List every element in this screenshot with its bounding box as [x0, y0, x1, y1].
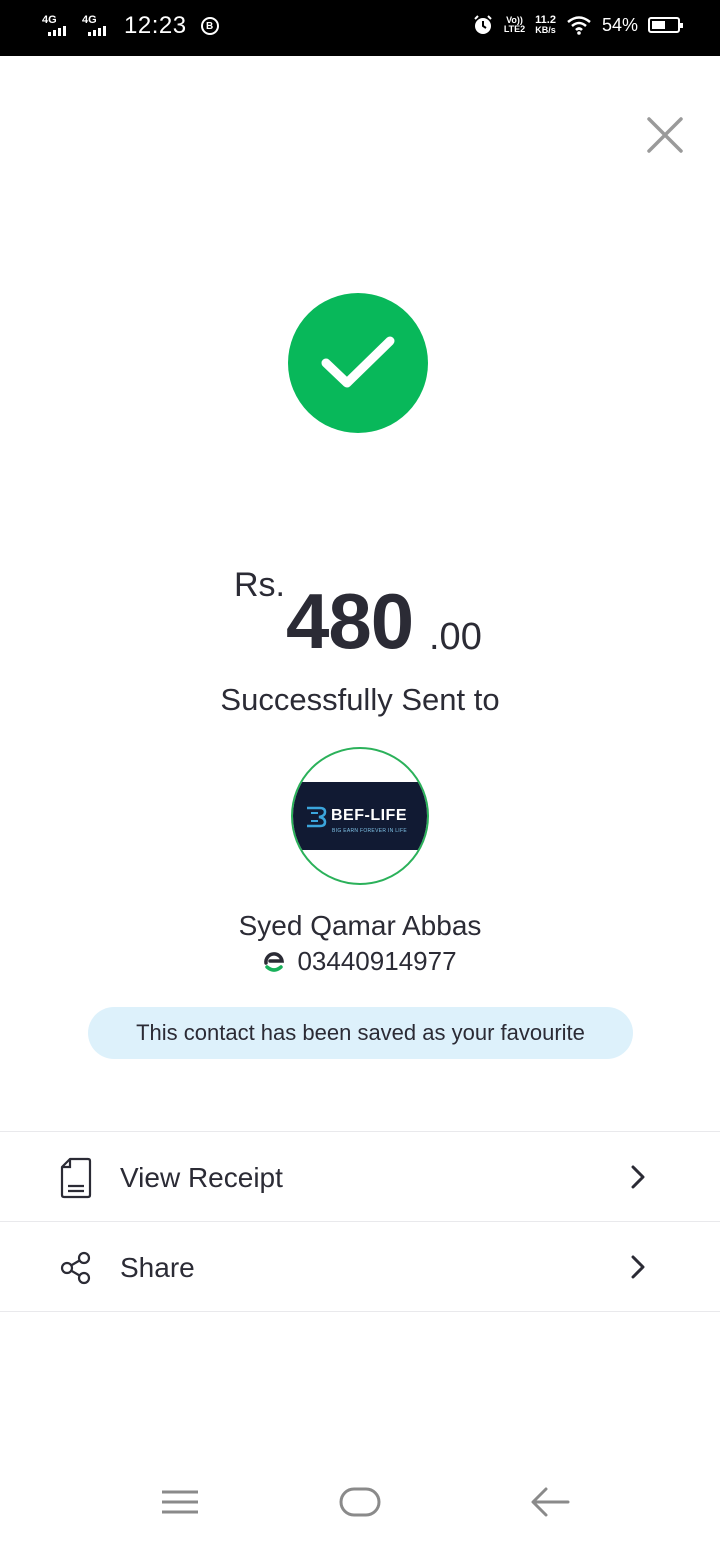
recipient-phone: 03440914977	[297, 946, 457, 976]
alarm-icon	[474, 15, 492, 34]
battery-icon	[648, 17, 683, 33]
menu-icon	[162, 1490, 198, 1514]
status-bar-left: 4G 4G 12:23 B	[40, 12, 219, 40]
currency-label: Rs.	[234, 566, 285, 604]
amount-main: 480	[286, 577, 414, 665]
sim2-signal-icon: 4G	[80, 12, 114, 40]
volte-bottom-label: LTE2	[503, 24, 526, 34]
actions-list: View Receipt Share	[0, 1131, 720, 1312]
receipt-icon	[60, 1157, 92, 1199]
network-speed-unit: KB/s	[535, 25, 556, 35]
chevron-right-icon	[631, 1255, 645, 1279]
clock: 12:23	[124, 12, 187, 39]
close-button[interactable]	[644, 114, 686, 156]
checkmark-icon	[321, 336, 395, 388]
close-icon	[647, 117, 683, 153]
view-receipt-label: View Receipt	[120, 1162, 283, 1193]
home-icon	[339, 1487, 381, 1517]
wifi-icon	[567, 16, 591, 35]
sim1-signal-icon: 4G	[40, 12, 74, 40]
recipient-phone-row: 03440914977	[0, 946, 720, 977]
sim2-network-label: 4G	[82, 14, 97, 26]
sim1-network-label: 4G	[42, 14, 57, 26]
share-button[interactable]: Share	[0, 1222, 720, 1312]
view-receipt-button[interactable]: View Receipt	[0, 1132, 720, 1222]
easypaisa-icon	[264, 951, 285, 972]
home-button[interactable]	[338, 1486, 382, 1523]
success-badge	[288, 293, 428, 433]
avatar-logo-tagline: BIG EARN FOREVER IN LIFE	[332, 828, 407, 834]
app-notification-icon: B	[200, 17, 219, 35]
network-speed: 11.2 KB/s	[535, 15, 556, 35]
avatar-logo-text: BEF-LIFE	[331, 807, 407, 824]
recipient-name: Syed Qamar Abbas	[238, 910, 482, 941]
volte-indicator: Vo)) LTE2	[504, 16, 525, 34]
amount-display: Rs. 480 .00	[0, 560, 720, 670]
status-bar: 4G 4G 12:23 B Vo)) LTE2 11.2 KB/s 54%	[0, 0, 720, 56]
chevron-right-icon	[631, 1165, 645, 1189]
bef-life-logo-icon	[307, 806, 327, 828]
system-navigation-bar	[0, 1460, 720, 1544]
recent-apps-button[interactable]	[160, 1488, 200, 1521]
battery-percent: 54%	[601, 14, 638, 35]
share-label: Share	[120, 1252, 195, 1283]
favourite-saved-banner: This contact has been saved as your favo…	[88, 1007, 633, 1059]
share-icon	[60, 1251, 91, 1285]
favourite-saved-text: This contact has been saved as your favo…	[136, 1020, 585, 1045]
amount-decimal: .00	[429, 616, 482, 658]
recipient-avatar: BEF-LIFE BIG EARN FOREVER IN LIFE	[291, 747, 429, 885]
back-icon	[531, 1487, 570, 1517]
back-button[interactable]	[530, 1486, 570, 1523]
status-bar-right: Vo)) LTE2 11.2 KB/s 54%	[472, 14, 683, 36]
status-message: Successfully Sent to	[220, 682, 500, 717]
